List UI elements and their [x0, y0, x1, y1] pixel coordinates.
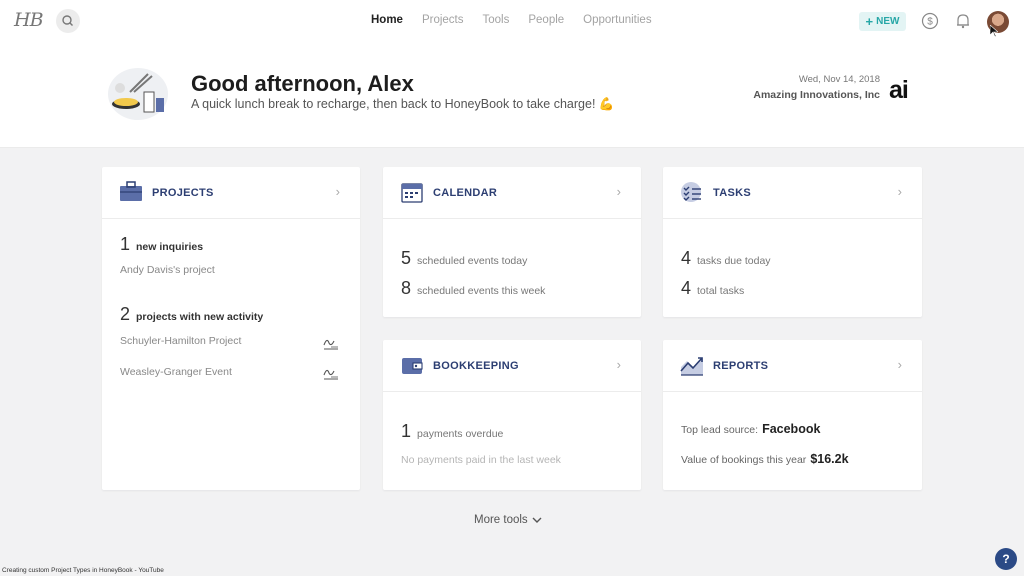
mouse-cursor-icon	[990, 25, 998, 37]
nav-home[interactable]: Home	[371, 14, 403, 26]
chevron-right-icon[interactable]: ›	[336, 184, 340, 199]
lead-source-label: Top lead source:	[681, 424, 759, 436]
tasks-due-label: tasks due today	[697, 255, 771, 267]
tasks-title: TASKS	[713, 187, 751, 199]
events-week-stat[interactable]: 8 scheduled events this week	[401, 278, 545, 299]
activity-count: 2	[120, 304, 131, 324]
search-button[interactable]	[56, 9, 80, 33]
bookings-value[interactable]: Value of bookings this year $16.2k	[681, 452, 849, 466]
activity-label: projects with new activity	[136, 311, 264, 323]
signature-icon	[323, 339, 338, 350]
nav-projects[interactable]: Projects	[422, 14, 464, 26]
calendar-card[interactable]: CALENDAR › 5 scheduled events today 8 sc…	[383, 167, 641, 317]
honeybook-logo[interactable]: HB	[14, 9, 44, 31]
signature-icon	[323, 369, 338, 380]
reports-card[interactable]: REPORTS › Top lead source: Facebook Valu…	[663, 340, 922, 490]
wallet-icon	[402, 358, 423, 374]
inquiry-item[interactable]: Andy Davis's project	[120, 264, 215, 276]
search-icon	[62, 15, 73, 26]
greeting-title: Good afternoon, Alex	[191, 71, 414, 96]
activity-item[interactable]: Weasley-Granger Event	[120, 366, 232, 378]
projects-card-header[interactable]: PROJECTS ›	[102, 167, 360, 219]
reports-title: REPORTS	[713, 360, 769, 372]
nav-tools[interactable]: Tools	[483, 14, 510, 26]
new-activity-stat[interactable]: 2 projects with new activity	[120, 304, 263, 325]
new-button-label: NEW	[876, 16, 900, 27]
projects-title: PROJECTS	[152, 187, 214, 199]
lunch-illustration	[108, 68, 168, 120]
lead-source-value: Facebook	[762, 422, 821, 436]
reports-chart-icon	[680, 357, 703, 376]
company-logo: ai	[889, 76, 909, 104]
tasks-card-header[interactable]: TASKS ›	[663, 167, 922, 219]
current-date: Wed, Nov 14, 2018	[798, 74, 880, 85]
plus-icon: +	[865, 14, 874, 29]
svg-text:$: $	[927, 17, 933, 28]
projects-card[interactable]: PROJECTS › 1 new inquiries Andy Davis's …	[102, 167, 360, 490]
chevron-right-icon[interactable]: ›	[617, 357, 621, 372]
payments-overdue-label: payments overdue	[417, 428, 504, 440]
briefcase-icon	[120, 181, 142, 201]
payments-overdue-count: 1	[401, 421, 412, 441]
tasks-due-stat[interactable]: 4 tasks due today	[681, 248, 771, 269]
top-nav-bar: HB Home Projects Tools People Opportunit…	[0, 0, 1024, 42]
main-nav: Home Projects Tools People Opportunities	[371, 14, 671, 26]
tasks-total-label: total tasks	[697, 285, 745, 297]
activity-item[interactable]: Schuyler-Hamilton Project	[120, 335, 241, 347]
video-footer-text: Creating custom Project Types in HoneyBo…	[2, 567, 164, 574]
tasks-card[interactable]: TASKS › 4 tasks due today 4 total tasks	[663, 167, 922, 317]
events-week-label: scheduled events this week	[417, 285, 546, 297]
chevron-down-icon	[532, 517, 542, 523]
hero-section: Good afternoon, Alex A quick lunch break…	[0, 42, 1024, 148]
events-today-count: 5	[401, 248, 412, 268]
payments-overdue-stat[interactable]: 1 payments overdue	[401, 421, 503, 442]
new-button[interactable]: + NEW	[859, 12, 906, 31]
company-name: Amazing Innovations, Inc	[753, 89, 880, 101]
bookkeeping-card[interactable]: BOOKKEEPING › 1 payments overdue No paym…	[383, 340, 641, 490]
tasks-due-count: 4	[681, 248, 692, 268]
bookkeeping-card-header[interactable]: BOOKKEEPING ›	[383, 340, 641, 392]
tasks-total-count: 4	[681, 278, 692, 298]
payments-paid-note: No payments paid in the last week	[401, 454, 561, 466]
calendar-icon	[401, 183, 423, 203]
calendar-title: CALENDAR	[433, 187, 498, 199]
more-tools-button[interactable]: More tools	[474, 514, 542, 526]
nav-people[interactable]: People	[528, 14, 564, 26]
events-week-count: 8	[401, 278, 412, 298]
inquiries-count: 1	[120, 234, 131, 254]
inquiries-label: new inquiries	[136, 241, 204, 253]
top-lead-source[interactable]: Top lead source: Facebook	[681, 422, 820, 436]
help-button[interactable]: ?	[995, 548, 1017, 570]
more-tools-label: More tools	[474, 514, 528, 526]
checklist-icon	[681, 182, 701, 202]
reports-card-header[interactable]: REPORTS ›	[663, 340, 922, 392]
events-today-stat[interactable]: 5 scheduled events today	[401, 248, 527, 269]
bell-icon[interactable]	[954, 12, 972, 30]
bookings-amount: $16.2k	[810, 452, 849, 466]
calendar-card-header[interactable]: CALENDAR ›	[383, 167, 641, 219]
chevron-right-icon[interactable]: ›	[898, 357, 902, 372]
chevron-right-icon[interactable]: ›	[617, 184, 621, 199]
bookings-label: Value of bookings this year	[681, 454, 807, 466]
tasks-total-stat[interactable]: 4 total tasks	[681, 278, 744, 299]
new-inquiries-stat[interactable]: 1 new inquiries	[120, 234, 203, 255]
events-today-label: scheduled events today	[417, 255, 528, 267]
chevron-right-icon[interactable]: ›	[898, 184, 902, 199]
greeting-subtitle: A quick lunch break to recharge, then ba…	[191, 97, 615, 111]
bookkeeping-title: BOOKKEEPING	[433, 360, 519, 372]
nav-opportunities[interactable]: Opportunities	[583, 14, 651, 26]
dollar-icon[interactable]: $	[921, 12, 939, 30]
